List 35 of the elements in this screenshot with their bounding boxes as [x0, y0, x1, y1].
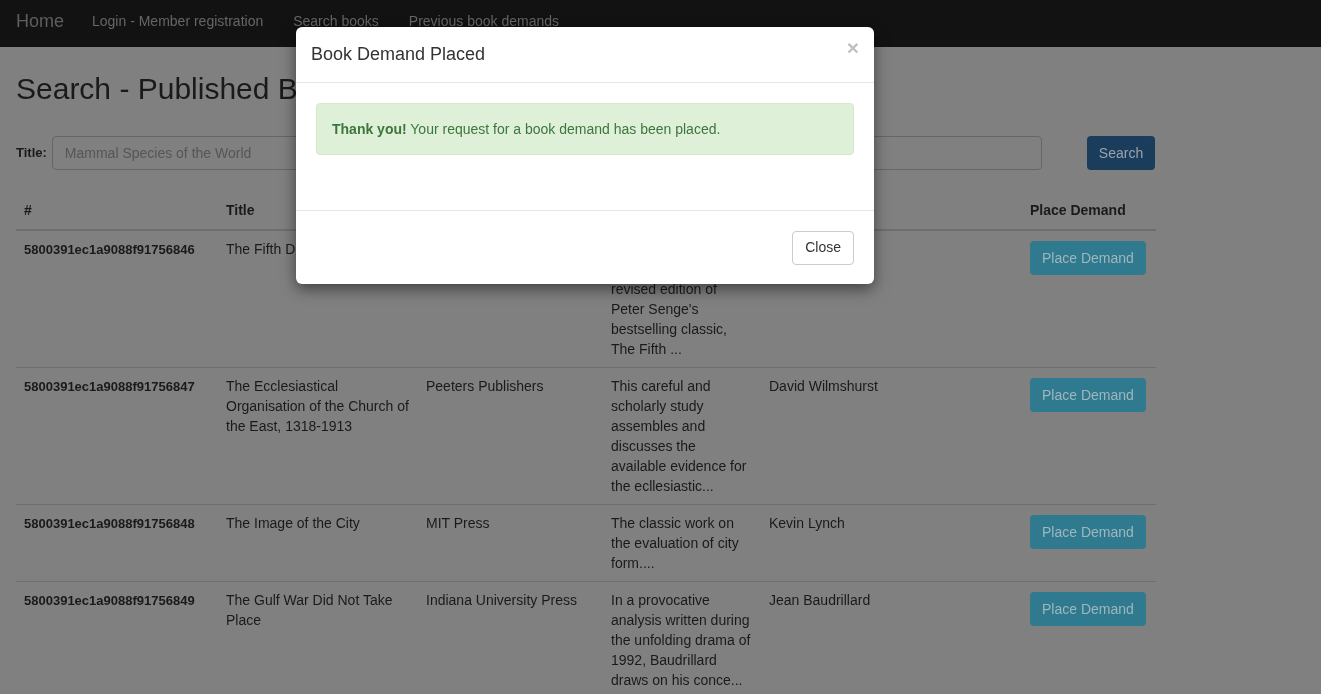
modal-title: Book Demand Placed: [311, 43, 486, 66]
book-publisher: Peeters Publishers: [426, 377, 545, 396]
close-button[interactable]: Close: [792, 230, 854, 265]
column-header: Title: [218, 192, 418, 230]
book-id: 5800391ec1a9088f91756847: [24, 379, 195, 394]
page-heading: Search - Published B: [16, 71, 299, 107]
title-label: Title:: [16, 144, 47, 163]
nav-link[interactable]: Login - Member registration: [92, 13, 264, 29]
book-title: The Image of the City: [226, 514, 361, 533]
book-author: David Wilmshurst: [769, 377, 879, 396]
book-title: The Gulf War Did Not Take Place: [226, 591, 394, 630]
place-demand-button[interactable]: Place Demand: [1030, 515, 1146, 549]
book-description: In a provocative analysis written during the unfolding drama of 1992, Baudrillard draws on his conce...: [611, 591, 752, 690]
search-button[interactable]: Search: [1086, 136, 1156, 170]
book-title: The Ecclesiastical Organisation of the Church of the East, 1318-1913: [226, 377, 410, 436]
home-link[interactable]: Home: [16, 10, 64, 32]
nav-link[interactable]: Search books: [293, 13, 379, 29]
column-header: Place Demand: [1022, 192, 1156, 230]
book-id: 5800391ec1a9088f91756846: [24, 242, 195, 257]
success-alert: Thank you! Your request for a book demand has been placed.: [316, 103, 854, 155]
book-description: This careful and scholarly study assembles and discusses the available evidence for the ecllesiastic...: [611, 377, 748, 496]
place-demand-button[interactable]: Place Demand: [1030, 241, 1146, 275]
book-publisher: MIT Press: [426, 514, 491, 533]
column-header: #: [16, 192, 218, 230]
book-id: 5800391ec1a9088f91756849: [24, 593, 195, 608]
place-demand-button[interactable]: Place Demand: [1030, 592, 1146, 626]
book-id: 5800391ec1a9088f91756848: [24, 516, 195, 531]
book-author: Jean Baudrillard: [769, 591, 872, 610]
place-demand-button[interactable]: Place Demand: [1030, 378, 1146, 412]
book-author: Kevin Lynch: [769, 514, 846, 533]
book-publisher: Indiana University Press: [426, 591, 578, 610]
book-title: The Fifth D: [226, 240, 297, 259]
book-description: revised edition of Peter Senge's bestselling classic, The Fifth ...: [611, 280, 728, 359]
book-description: The classic work on the evaluation of city form....: [611, 514, 740, 573]
nav-link[interactable]: Previous book demands: [408, 13, 559, 29]
